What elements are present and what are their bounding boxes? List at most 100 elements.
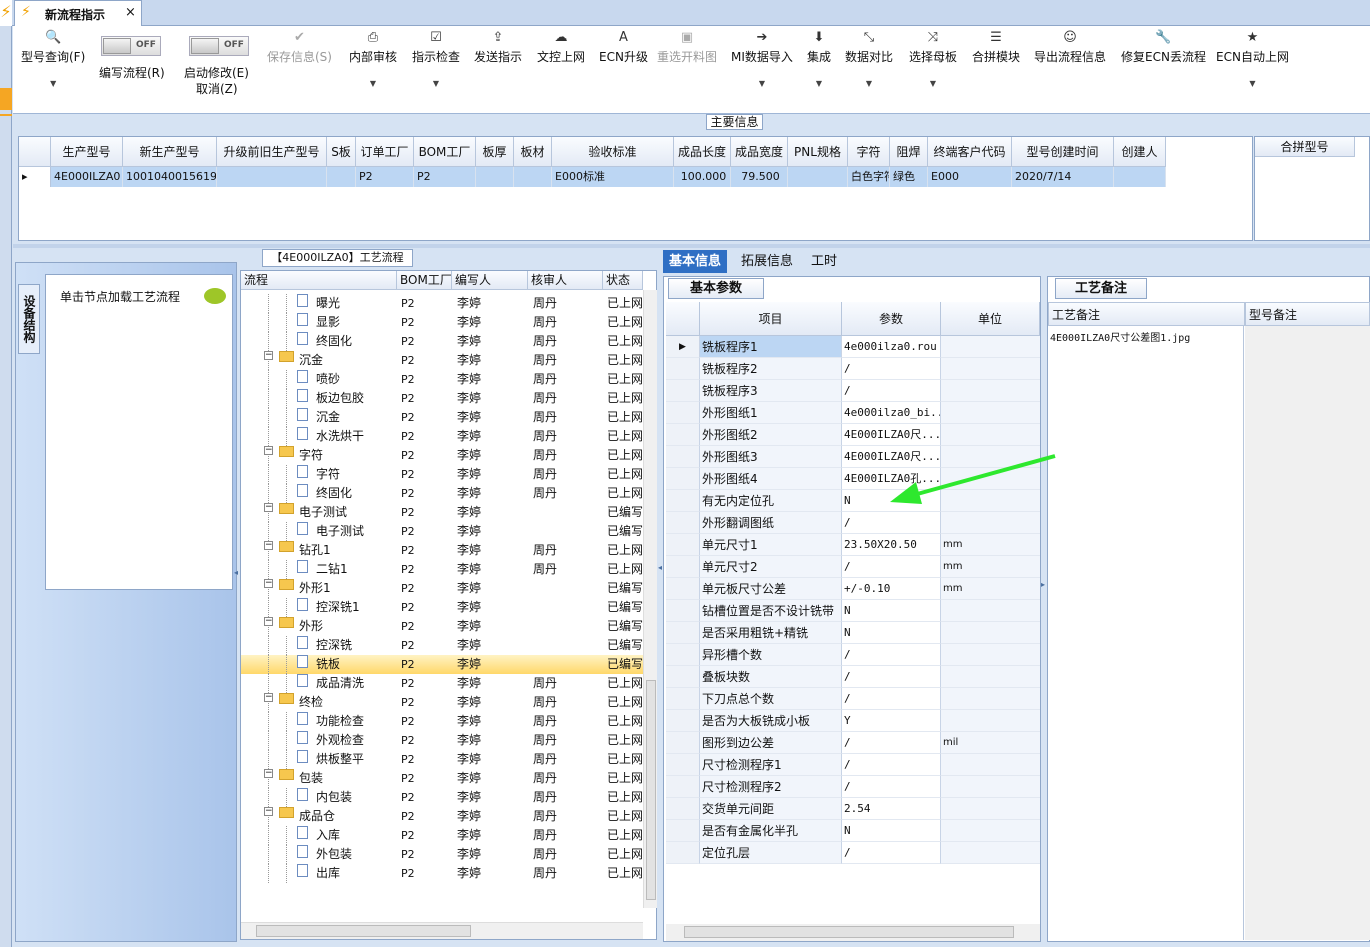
model-query-button[interactable]: 🔍 型号查询(F) ▼ <box>21 30 85 88</box>
param-value[interactable]: 2.54 <box>842 798 941 820</box>
tree-leaf-node[interactable]: 终固化 P2 李婷 周丹 已上网 <box>241 332 643 351</box>
select-mother-board-button[interactable]: ⤨ 选择母板 ▼ <box>909 30 957 88</box>
main-cell-3[interactable] <box>327 167 356 187</box>
collapse-icon[interactable]: − <box>264 769 273 778</box>
collapse-icon[interactable]: − <box>264 617 273 626</box>
basic-params-tab[interactable]: 基本参数 <box>668 278 764 299</box>
splitter-grip-icon[interactable]: ▸ <box>1041 580 1045 589</box>
process-remarks-tab[interactable]: 工艺备注 <box>1055 278 1147 299</box>
remarks-col-model[interactable]: 型号备注 <box>1245 302 1370 326</box>
tree-leaf-node[interactable]: 电子测试 P2 李婷 已编写 <box>241 522 643 541</box>
tab-basic-info[interactable]: 基本信息 <box>663 250 728 273</box>
param-value[interactable]: / <box>842 688 941 710</box>
tree-col-status[interactable]: 状态 <box>603 271 643 290</box>
scroll-thumb[interactable] <box>256 925 471 937</box>
collapse-icon[interactable]: − <box>264 579 273 588</box>
param-row[interactable]: 铣板程序3/ <box>666 380 1040 402</box>
tree-col-writer[interactable]: 编写人 <box>452 271 528 290</box>
param-row[interactable]: 尺寸检测程序1/ <box>666 754 1040 776</box>
param-row[interactable]: 单元尺寸1 23.50X20.50 mm <box>666 534 1040 556</box>
tree-folder-node[interactable]: − 包装 P2 李婷 周丹 已上网 <box>241 769 643 788</box>
main-cell-16[interactable] <box>1114 167 1166 187</box>
tree-leaf-node[interactable]: 成品清洗 P2 李婷 周丹 已上网 <box>241 674 643 693</box>
tab-new-flow-instruction[interactable]: ⚡ 新流程指示 × <box>14 0 142 27</box>
param-value[interactable]: / <box>842 732 941 754</box>
main-col-7[interactable]: 板材 <box>514 137 552 167</box>
main-cell-6[interactable] <box>476 167 514 187</box>
send-instruction-button[interactable]: ⇪ 发送指示 <box>474 30 522 65</box>
main-col-0[interactable]: 生产型号 <box>51 137 123 167</box>
param-value[interactable]: N <box>842 820 941 842</box>
param-value[interactable]: / <box>842 380 941 402</box>
internal-review-button[interactable]: ⎙ 内部审核 ▼ <box>349 30 397 88</box>
tree-leaf-node[interactable]: 内包装 P2 李婷 周丹 已上网 <box>241 788 643 807</box>
tree-leaf-node[interactable]: 烘板整平 P2 李婷 周丹 已上网 <box>241 750 643 769</box>
collapse-icon[interactable]: − <box>264 541 273 550</box>
main-cell-15[interactable]: 2020/7/14 <box>1012 167 1114 187</box>
splitter-grip-icon[interactable]: ◂ <box>658 563 662 572</box>
main-cell-2[interactable] <box>217 167 327 187</box>
main-cell-5[interactable]: P2 <box>414 167 476 187</box>
main-col-1[interactable]: 新生产型号 <box>123 137 217 167</box>
main-cell-9[interactable]: 100.000 <box>674 167 731 187</box>
main-cell-1[interactable]: 10010400156191 <box>123 167 217 187</box>
data-compare-button[interactable]: ⤡ 数据对比 ▼ <box>845 30 893 88</box>
merge-module-button[interactable]: ☰ 合拼模块 <box>972 30 1020 65</box>
param-value[interactable]: +/-0.10 <box>842 578 941 600</box>
device-structure-tab[interactable]: 设备结构 <box>18 284 40 354</box>
param-row[interactable]: 图形到边公差 / mil <box>666 732 1040 754</box>
tree-folder-node[interactable]: − 终检 P2 李婷 周丹 已上网 <box>241 693 643 712</box>
main-cell-7[interactable] <box>514 167 552 187</box>
splitter-grip-icon[interactable]: ◂ <box>234 568 238 577</box>
model-remarks-field[interactable] <box>1245 326 1370 940</box>
main-col-6[interactable]: 板厚 <box>476 137 514 167</box>
remarks-col-process[interactable]: 工艺备注 <box>1048 302 1245 326</box>
param-value[interactable]: / <box>842 776 941 798</box>
param-row[interactable]: 单元板尺寸公差 +/-0.10 mm <box>666 578 1040 600</box>
param-value[interactable]: / <box>842 666 941 688</box>
param-row[interactable]: 定位孔层 / <box>666 842 1040 864</box>
param-value[interactable]: 4e000ilza0_bi... <box>842 402 941 424</box>
tree-folder-node[interactable]: − 外形 P2 李婷 已编写 <box>241 617 643 636</box>
collapse-icon[interactable]: − <box>264 351 273 360</box>
main-cell-11[interactable] <box>788 167 848 187</box>
params-col-value[interactable]: 参数 <box>842 302 941 336</box>
tree-leaf-node[interactable]: 控深铣 P2 李婷 已编写 <box>241 636 643 655</box>
main-cell-4[interactable]: P2 <box>356 167 414 187</box>
tree-folder-node[interactable]: − 成品仓 P2 李婷 周丹 已上网 <box>241 807 643 826</box>
scroll-thumb[interactable] <box>646 680 656 900</box>
param-row[interactable]: ▶ 铣板程序1 4e000ilza0.rou <box>666 336 1040 358</box>
params-horizontal-scrollbar[interactable] <box>666 924 1040 941</box>
tree-leaf-node[interactable]: 铣板 P2 李婷 已编写 <box>241 655 643 674</box>
param-row[interactable]: 钻槽位置是否不设计铣带 N <box>666 600 1040 622</box>
collapse-icon[interactable]: − <box>264 446 273 455</box>
tree-folder-node[interactable]: − 外形1 P2 李婷 已编写 <box>241 579 643 598</box>
param-row[interactable]: 是否采用粗铣+精铣 N <box>666 622 1040 644</box>
param-value[interactable]: / <box>842 842 941 864</box>
param-value[interactable]: Y <box>842 710 941 732</box>
param-value[interactable]: / <box>842 512 941 534</box>
main-col-5[interactable]: BOM工厂 <box>414 137 476 167</box>
mi-import-button[interactable]: ➔ MI数据导入 ▼ <box>731 30 793 88</box>
cancel-button[interactable]: 取消(Z) <box>196 80 238 97</box>
main-col-11[interactable]: PNL规格 <box>788 137 848 167</box>
main-cell-8[interactable]: E000标准 <box>552 167 674 187</box>
integrate-button[interactable]: ⬇ 集成 ▼ <box>807 30 831 88</box>
param-row[interactable]: 叠板块数 / <box>666 666 1040 688</box>
main-col-8[interactable]: 验收标准 <box>552 137 674 167</box>
main-cell-14[interactable]: E000 <box>928 167 1012 187</box>
main-cell-13[interactable]: 绿色 <box>890 167 928 187</box>
tree-leaf-node[interactable]: 喷砂 P2 李婷 周丹 已上网 <box>241 370 643 389</box>
main-col-14[interactable]: 终端客户代码 <box>928 137 1012 167</box>
ecn-auto-upload-button[interactable]: ★ ECN自动上网 ▼ <box>1216 30 1289 88</box>
start-modify-toggle[interactable]: OFF <box>189 36 249 56</box>
param-row[interactable]: 外形图纸1 4e000ilza0_bi... <box>666 402 1040 424</box>
tree-leaf-node[interactable]: 二钻1 P2 李婷 周丹 已上网 <box>241 560 643 579</box>
main-col-15[interactable]: 型号创建时间 <box>1012 137 1114 167</box>
param-value[interactable]: / <box>842 358 941 380</box>
tree-leaf-node[interactable]: 出库 P2 李婷 周丹 已上网 <box>241 864 643 883</box>
ecn-upgrade-button[interactable]: A ECN升级 <box>599 30 648 65</box>
fix-ecn-lost-flow-button[interactable]: 🔧 修复ECN丢流程 <box>1121 30 1206 65</box>
param-row[interactable]: 是否为大板铣成小板 Y <box>666 710 1040 732</box>
tree-leaf-node[interactable]: 板边包胶 P2 李婷 周丹 已上网 <box>241 389 643 408</box>
